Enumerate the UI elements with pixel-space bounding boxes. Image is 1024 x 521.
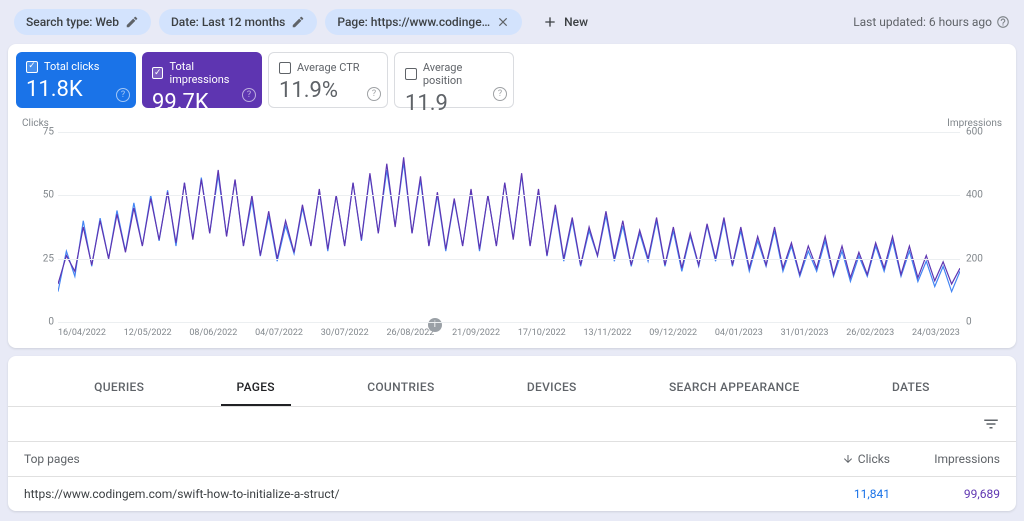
xtick: 13/11/2022: [584, 328, 632, 338]
metric-label: Average position: [423, 61, 503, 87]
metric-clicks[interactable]: Total clicks 11.8K ?: [16, 52, 136, 108]
metric-label: Total clicks: [44, 60, 99, 73]
tab-devices[interactable]: DEVICES: [511, 370, 593, 406]
table-header: Top pages Clicks Impressions: [8, 441, 1016, 477]
help-icon[interactable]: ?: [367, 87, 381, 101]
metric-position[interactable]: Average position 11.9 ?: [394, 52, 514, 108]
metric-value: 11.8K: [26, 77, 126, 102]
ytick-left: 25: [28, 253, 54, 264]
metrics-row: Total clicks 11.8K ? Total impressions 9…: [8, 44, 1016, 112]
ytick-right: 400: [966, 190, 1000, 201]
performance-card: Total clicks 11.8K ? Total impressions 9…: [8, 44, 1016, 348]
col-header-clicks-label: Clicks: [858, 452, 890, 466]
help-icon[interactable]: ?: [116, 88, 130, 102]
pencil-icon: [125, 15, 139, 29]
col-header-page: Top pages: [24, 452, 800, 466]
series-clicks: [58, 162, 960, 291]
chart-area: Clicks Impressions i 00252005040075600 1…: [8, 112, 1016, 348]
metric-label: Average CTR: [297, 61, 360, 74]
last-updated: Last updated: 6 hours ago: [853, 15, 1010, 29]
tab-pages[interactable]: PAGES: [221, 370, 291, 406]
ytick-left: 0: [28, 317, 54, 328]
filter-icon[interactable]: [982, 415, 1000, 433]
cell-page: https://www.codingem.com/swift-how-to-in…: [24, 487, 800, 501]
new-filter-button[interactable]: New: [530, 8, 600, 36]
gridline: [58, 259, 960, 260]
chip-label: Page: https://www.codinge…: [337, 15, 490, 29]
chip-label: Date: Last 12 months: [171, 15, 285, 29]
checkbox-icon: [279, 62, 291, 74]
xtick: 24/03/2023: [912, 328, 960, 338]
chip-label: Search type: Web: [26, 15, 119, 29]
xtick: 26/02/2023: [846, 328, 894, 338]
checkbox-icon: [26, 61, 38, 73]
checkbox-icon: [405, 68, 417, 80]
checkbox-icon: [152, 67, 163, 79]
gridline: [58, 195, 960, 196]
metric-impressions[interactable]: Total impressions 99.7K ?: [142, 52, 262, 108]
tabs-row: QUERIES PAGES COUNTRIES DEVICES SEARCH A…: [8, 356, 1016, 407]
series-impressions: [58, 157, 960, 284]
close-icon[interactable]: [496, 15, 510, 29]
chip-search-type[interactable]: Search type: Web: [14, 9, 151, 35]
xtick: 16/04/2022: [58, 328, 106, 338]
xtick: 26/08/2022: [386, 328, 434, 338]
pencil-icon: [291, 15, 305, 29]
metric-label: Total impressions: [169, 60, 252, 86]
xtick: 21/09/2022: [452, 328, 500, 338]
help-icon[interactable]: ?: [242, 88, 256, 102]
ytick-right: 200: [966, 253, 1000, 264]
tab-countries[interactable]: COUNTRIES: [351, 370, 450, 406]
ytick-right: 0: [966, 317, 1000, 328]
last-updated-text: Last updated: 6 hours ago: [853, 15, 992, 29]
ytick-right: 600: [966, 127, 1000, 138]
col-header-impressions[interactable]: Impressions: [890, 452, 1000, 466]
xtick: 04/01/2023: [715, 328, 763, 338]
info-icon[interactable]: i: [428, 318, 442, 332]
metric-value: 11.9%: [279, 78, 377, 103]
gridline: [58, 322, 960, 323]
xtick: 12/05/2022: [124, 328, 172, 338]
x-axis: 16/04/2022 12/05/2022 08/06/2022 04/07/2022…: [58, 328, 960, 338]
xtick: 08/06/2022: [189, 328, 237, 338]
line-chart[interactable]: i 00252005040075600: [58, 132, 960, 322]
chip-date[interactable]: Date: Last 12 months: [159, 9, 317, 35]
ytick-left: 50: [28, 190, 54, 201]
cell-impressions: 99,689: [890, 487, 1000, 501]
table-tools: [8, 407, 1016, 441]
ytick-left: 75: [28, 127, 54, 138]
filter-toolbar: Search type: Web Date: Last 12 months Pa…: [0, 0, 1024, 44]
help-icon[interactable]: [996, 15, 1010, 29]
col-header-clicks[interactable]: Clicks: [800, 452, 890, 466]
xtick: 30/07/2022: [321, 328, 369, 338]
gridline: [58, 132, 960, 133]
xtick: 31/01/2023: [781, 328, 829, 338]
arrow-down-icon: [842, 453, 854, 465]
xtick: 17/10/2022: [518, 328, 566, 338]
metric-ctr[interactable]: Average CTR 11.9% ?: [268, 52, 388, 108]
tab-queries[interactable]: QUERIES: [78, 370, 160, 406]
plus-icon: [542, 14, 558, 30]
tab-search-appearance[interactable]: SEARCH APPEARANCE: [653, 370, 816, 406]
new-label: New: [564, 15, 588, 29]
tab-dates[interactable]: DATES: [876, 370, 946, 406]
xtick: 09/12/2022: [649, 328, 697, 338]
chip-page[interactable]: Page: https://www.codinge…: [325, 9, 522, 35]
help-icon[interactable]: ?: [493, 87, 507, 101]
cell-clicks: 11,841: [800, 487, 890, 501]
xtick: 04/07/2022: [255, 328, 303, 338]
breakdown-card: QUERIES PAGES COUNTRIES DEVICES SEARCH A…: [8, 356, 1016, 511]
table-row[interactable]: https://www.codingem.com/swift-how-to-in…: [8, 477, 1016, 511]
